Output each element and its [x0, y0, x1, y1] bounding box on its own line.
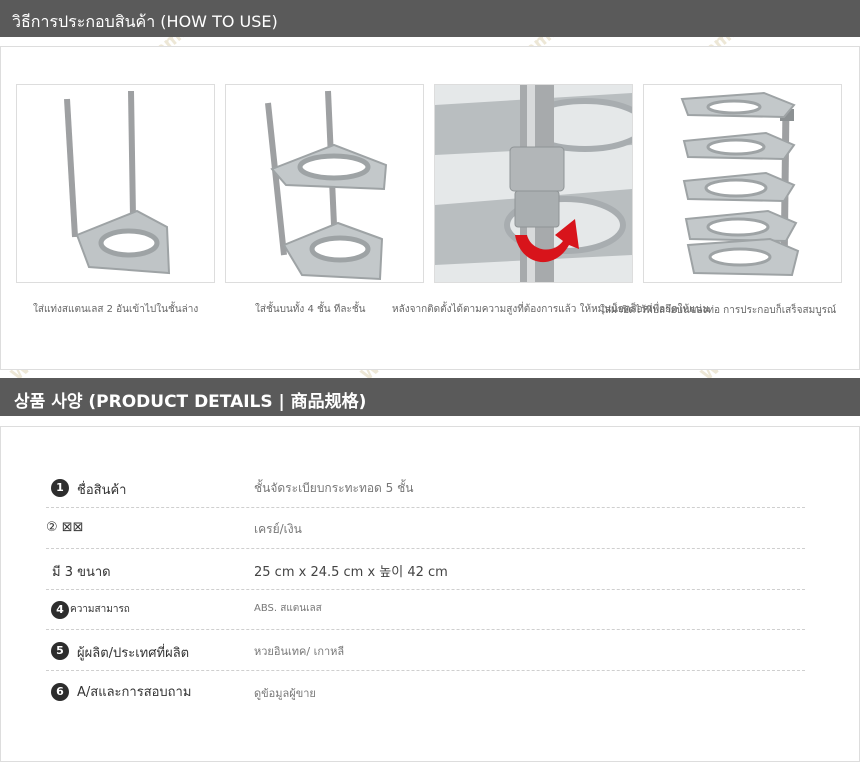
detail-value: หวยอินเทค/ เกาหลี	[254, 645, 345, 658]
row-number-badge: 5	[51, 642, 69, 660]
detail-label: ความสามารถ	[70, 604, 130, 615]
detail-value: เครย์/เงิน	[254, 522, 302, 536]
step-2-image	[225, 84, 424, 283]
detail-row: มี 3 ขนาด 25 cm x 24.5 cm x 높이 42 cm	[46, 549, 805, 590]
detail-row: 4 ความสามารถ ABS. สแตนเลส	[46, 589, 805, 630]
detail-label: ② ⊠⊠	[46, 520, 84, 535]
how-to-use-title: วิธีการประกอบสินค้า (HOW TO USE)	[12, 12, 278, 31]
step-4-caption: ใส่ฝาปิดไว้ที่ปลายบนของท่อ การประกอบก็เส…	[600, 305, 837, 316]
detail-row: ② ⊠⊠ เครย์/เงิน	[46, 508, 805, 549]
detail-label: มี 3 ขนาด	[52, 565, 111, 580]
row-number-badge: 6	[51, 683, 69, 701]
detail-value: 25 cm x 24.5 cm x 높이 42 cm	[254, 565, 448, 580]
detail-label: ผู้ผลิต/ประเทศที่ผลิต	[77, 646, 190, 661]
product-details-title: 상품 사양 (PRODUCT DETAILS | 商品规格)	[14, 392, 367, 412]
step-1-image	[16, 84, 215, 283]
detail-row: 5 ผู้ผลิต/ประเทศที่ผลิต หวยอินเทค/ เกาหล…	[46, 630, 805, 671]
row-number-badge: 4	[51, 601, 69, 619]
detail-value: ดูข้อมูลผู้ขาย	[254, 687, 316, 700]
detail-value: ABS. สแตนเลส	[254, 603, 322, 614]
row-number-badge: 1	[51, 479, 69, 497]
detail-row: 1 ชื่อสินค้า ชั้นจัดระเบียบกระทะทอด 5 ชั…	[46, 467, 805, 508]
detail-value: ชั้นจัดระเบียบกระทะทอด 5 ชั้น	[254, 481, 414, 495]
detail-label: A/สและการสอบถาม	[77, 685, 192, 700]
detail-label: ชื่อสินค้า	[77, 483, 127, 498]
step-3-image	[434, 84, 633, 283]
product-details-header: 상품 사양 (PRODUCT DETAILS | 商品规格)	[0, 378, 860, 416]
detail-row: 6 A/สและการสอบถาม ดูข้อมูลผู้ขาย	[46, 671, 805, 711]
how-to-use-header: วิธีการประกอบสินค้า (HOW TO USE)	[0, 0, 860, 37]
step-1-caption: ใส่แท่งสแตนเลส 2 อันเข้าไปในชั้นล่าง	[33, 304, 199, 315]
step-2-caption: ใส่ชั้นบนทั้ง 4 ชั้น ทีละชั้น	[255, 304, 366, 315]
step-4-image	[643, 84, 842, 283]
